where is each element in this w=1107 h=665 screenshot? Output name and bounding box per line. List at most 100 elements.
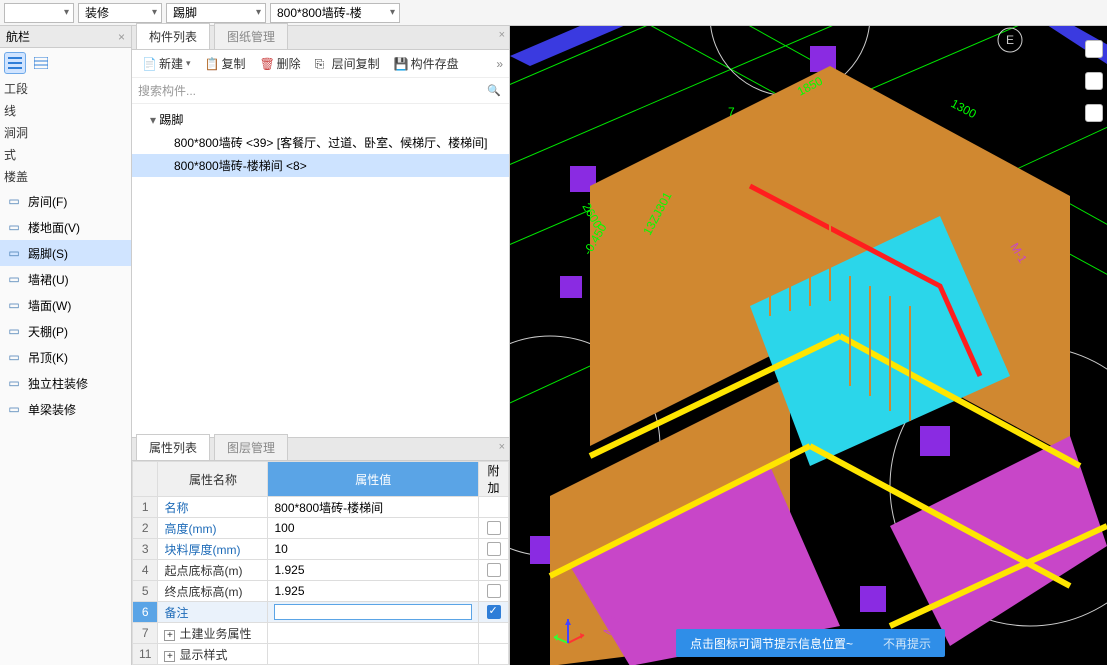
nav-group[interactable]: 涧洞: [0, 122, 131, 144]
nav-item-column[interactable]: ▭独立柱装修: [0, 370, 131, 396]
expand-icon[interactable]: +: [164, 630, 175, 641]
property-table: 属性名称 属性值 附加 1名称800*800墙砖-楼梯间2高度(mm)1003块…: [132, 461, 509, 665]
property-row[interactable]: 3块料厚度(mm)10: [133, 539, 509, 560]
nav-item-label: 房间(F): [28, 193, 67, 210]
nav-item-label: 楼地面(V): [28, 219, 80, 236]
tree-item[interactable]: 800*800墙砖 <39> [客餐厅、过道、卧室、候梯厅、楼梯间]: [132, 131, 509, 154]
value-header: 属性值: [268, 462, 479, 497]
property-row[interactable]: 11+显示样式: [133, 644, 509, 665]
tree-item[interactable]: 800*800墙砖-楼梯间 <8>: [132, 154, 509, 177]
more-icon[interactable]: »: [496, 57, 503, 71]
tab-properties[interactable]: 属性列表: [136, 434, 210, 460]
close-icon[interactable]: ×: [499, 441, 505, 453]
prop-add[interactable]: [479, 623, 509, 644]
checkbox[interactable]: [487, 563, 501, 577]
checkbox[interactable]: [487, 521, 501, 535]
rownum-header: [133, 462, 158, 497]
component-toolbar: 📄新建▾ 📋复制 🗑删除 ⎘层间复制 💾构件存盘 »: [132, 50, 509, 78]
close-icon[interactable]: ×: [499, 29, 505, 41]
tool-icon[interactable]: [1085, 104, 1103, 122]
prop-add[interactable]: [479, 497, 509, 518]
save-icon: 💾: [394, 57, 408, 71]
nav-item-label: 单梁装修: [28, 401, 76, 418]
tab-layer-mgmt[interactable]: 图层管理: [214, 434, 288, 460]
prop-add[interactable]: [479, 581, 509, 602]
prop-value[interactable]: [268, 602, 479, 623]
new-icon: 📄: [142, 57, 156, 71]
property-row[interactable]: 7+土建业务属性: [133, 623, 509, 644]
new-button[interactable]: 📄新建▾: [138, 53, 195, 74]
combo-type[interactable]: 踢脚: [166, 3, 266, 23]
nav-group[interactable]: 式: [0, 144, 131, 166]
search-input[interactable]: 搜索构件...: [132, 78, 509, 104]
nav-item-label: 天棚(P): [28, 323, 68, 340]
rownum: 6: [133, 602, 158, 623]
prop-value[interactable]: 1.925: [268, 560, 479, 581]
copy-button[interactable]: 📋复制: [201, 53, 250, 74]
rownum: 2: [133, 518, 158, 539]
prop-name: 终点底标高(m): [158, 581, 268, 602]
combo-category[interactable]: 装修: [78, 3, 162, 23]
tool-icon[interactable]: [1085, 40, 1103, 58]
center-panel: 构件列表 图纸管理 × 📄新建▾ 📋复制 🗑删除 ⎘层间复制 💾构件存盘 » 搜…: [132, 26, 510, 665]
prop-value[interactable]: 1.925: [268, 581, 479, 602]
nav-item-room[interactable]: ▭房间(F): [0, 188, 131, 214]
prop-value[interactable]: [268, 623, 479, 644]
combo-component[interactable]: 800*800墙砖-楼: [270, 3, 400, 23]
prop-value[interactable]: 100: [268, 518, 479, 539]
view-list-icon[interactable]: [4, 52, 26, 74]
tip-text: 点击图标可调节提示信息位置~: [690, 635, 853, 652]
property-row[interactable]: 2高度(mm)100: [133, 518, 509, 539]
prop-add[interactable]: [479, 602, 509, 623]
nav-group[interactable]: 线: [0, 100, 131, 122]
copy-icon: 📋: [205, 57, 219, 71]
tree-root[interactable]: 踢脚: [132, 108, 509, 131]
delete-button[interactable]: 🗑删除: [256, 53, 305, 74]
layer-copy-icon: ⎘: [315, 57, 329, 71]
nav-item-kick[interactable]: ▭踢脚(S): [0, 240, 131, 266]
prop-value[interactable]: [268, 644, 479, 665]
property-row[interactable]: 5终点底标高(m)1.925: [133, 581, 509, 602]
prop-add[interactable]: [479, 644, 509, 665]
property-row[interactable]: 6备注: [133, 602, 509, 623]
nav-item-suspend[interactable]: ▭吊顶(K): [0, 344, 131, 370]
component-tabs: 构件列表 图纸管理 ×: [132, 26, 509, 50]
nav-group[interactable]: 楼盖: [0, 166, 131, 188]
nav-item-ceiling[interactable]: ▭ 天棚(P): [0, 318, 131, 344]
delete-icon: 🗑: [260, 57, 274, 71]
prop-add[interactable]: [479, 539, 509, 560]
nav-item-wainscot[interactable]: ▭墙裙(U): [0, 266, 131, 292]
nav-group[interactable]: 工段: [0, 78, 131, 100]
nav-item-beam[interactable]: ▭单梁装修: [0, 396, 131, 422]
expand-icon[interactable]: +: [164, 651, 175, 662]
nav-icon: ▭: [6, 375, 22, 391]
close-icon[interactable]: ×: [118, 30, 125, 44]
dismiss-button[interactable]: 不再提示: [883, 635, 931, 652]
nav-icon: ▭: [6, 271, 22, 287]
axis-gizmo[interactable]: [548, 613, 588, 653]
nav-icon: ▭: [6, 323, 22, 339]
checkbox[interactable]: [487, 542, 501, 556]
nav-item-floor[interactable]: ▭楼地面(V): [0, 214, 131, 240]
property-row[interactable]: 1名称800*800墙砖-楼梯间: [133, 497, 509, 518]
tool-icon[interactable]: [1085, 72, 1103, 90]
combo-layer[interactable]: [4, 3, 74, 23]
save-button[interactable]: 💾构件存盘: [390, 53, 463, 74]
nav-item-wall[interactable]: ▭墙面(W): [0, 292, 131, 318]
checkbox[interactable]: [487, 605, 501, 619]
checkbox[interactable]: [487, 584, 501, 598]
property-row[interactable]: 4起点底标高(m)1.925: [133, 560, 509, 581]
3d-viewport[interactable]: E 1850 1300 2600 -0.450 13ZJ301 7 M-1 M-…: [510, 26, 1107, 665]
view-detail-icon[interactable]: [30, 52, 52, 74]
tab-component-list[interactable]: 构件列表: [136, 23, 210, 49]
svg-text:1300: 1300: [949, 96, 979, 121]
prop-name: 名称: [158, 497, 268, 518]
prop-add[interactable]: [479, 560, 509, 581]
tab-drawing-mgmt[interactable]: 图纸管理: [214, 23, 288, 49]
nav-item-label: 踢脚(S): [28, 245, 68, 262]
prop-value[interactable]: 800*800墙砖-楼梯间: [268, 497, 479, 518]
layer-copy-button[interactable]: ⎘层间复制: [311, 53, 384, 74]
prop-add[interactable]: [479, 518, 509, 539]
right-toolbar: [1083, 40, 1105, 122]
prop-value[interactable]: 10: [268, 539, 479, 560]
